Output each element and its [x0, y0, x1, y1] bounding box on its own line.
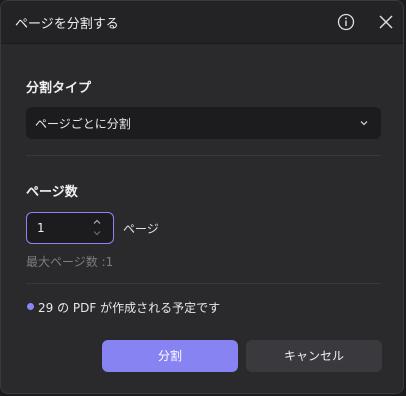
- split-type-label: 分割タイプ: [26, 81, 92, 96]
- max-pages-label: 最大ページ数 :1: [26, 255, 114, 269]
- result-info-text: 29 の PDF が作成される予定です: [38, 301, 221, 315]
- section-divider: [26, 283, 381, 284]
- split-pages-dialog: ページを分割する 分割タイプ ページごとに分割 ページ数 1 ページ 最大ページ…: [0, 0, 404, 394]
- split-type-selected-value: ページごとに分割: [35, 117, 131, 131]
- dialog-title: ページを分割する: [15, 17, 119, 32]
- dialog-titlebar: ページを分割する: [1, 1, 403, 44]
- status-dot: [27, 303, 34, 310]
- chevron-down-icon[interactable]: [93, 230, 101, 236]
- page-count-stepper[interactable]: 1: [26, 212, 114, 244]
- section-divider: [26, 155, 381, 156]
- page-count-value[interactable]: 1: [37, 221, 45, 235]
- split-button[interactable]: 分割: [102, 340, 238, 372]
- info-icon[interactable]: [337, 13, 355, 31]
- split-type-select[interactable]: ページごとに分割: [26, 107, 381, 139]
- chevron-down-icon: [360, 121, 368, 126]
- page-unit-label: ページ: [123, 222, 159, 236]
- page-count-label: ページ数: [26, 185, 78, 200]
- chevron-up-icon[interactable]: [93, 219, 101, 225]
- close-icon[interactable]: [377, 13, 395, 31]
- cancel-button[interactable]: キャンセル: [246, 340, 382, 372]
